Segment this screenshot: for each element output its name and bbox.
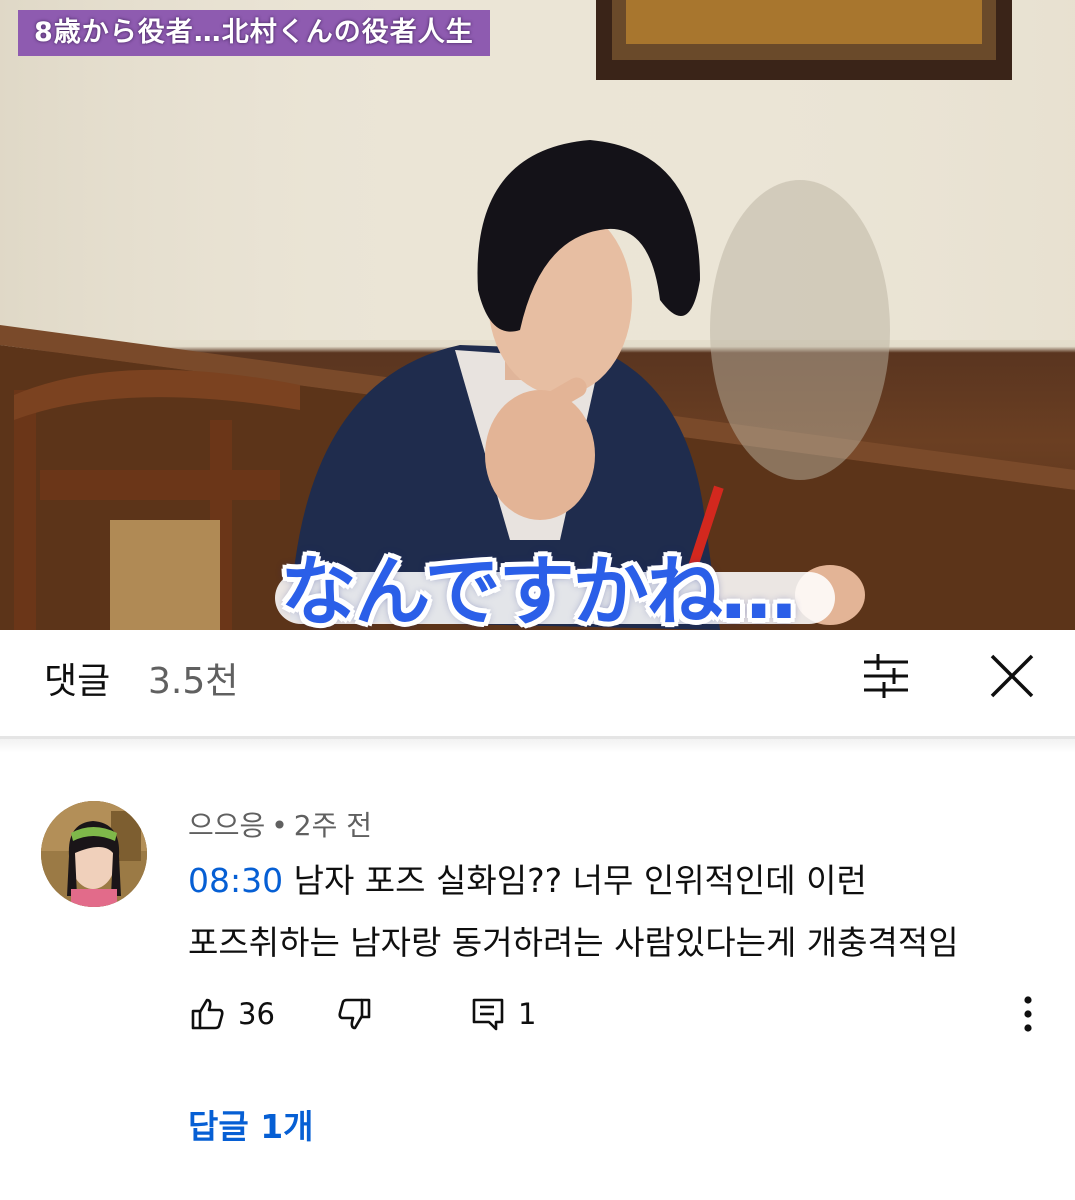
- timestamp-link[interactable]: 08:30: [188, 861, 283, 900]
- more-vert-icon: [1024, 996, 1032, 1032]
- thumbs-up-icon: [191, 998, 224, 1030]
- comment-icon: [472, 998, 504, 1031]
- reply-count: 1: [518, 997, 537, 1031]
- like-button[interactable]: 36: [190, 992, 275, 1036]
- dislike-button[interactable]: [336, 992, 372, 1036]
- comments-title: 댓글: [44, 661, 111, 702]
- sliders-icon: [864, 654, 908, 698]
- thumbs-down-icon: [338, 998, 371, 1030]
- like-count: 36: [238, 997, 275, 1031]
- video-player[interactable]: 8歳から役者…北村くんの役者人生 なんですかね…: [0, 0, 1075, 630]
- comment-text-line1: 남자 포즈 실화임?? 너무 인위적인데 이런: [283, 861, 867, 900]
- comment-author[interactable]: 으으응: [188, 809, 265, 842]
- replies-link[interactable]: 답글 1개: [188, 1100, 314, 1148]
- comment-meta: 으으응 • 2주 전: [188, 804, 372, 844]
- close-button[interactable]: [976, 640, 1048, 712]
- comment-actions: 36 1: [188, 984, 1048, 1040]
- comment-text-line2: 포즈취하는 남자랑 동거하려는 사람있다는게 개충격적임: [188, 923, 959, 962]
- more-options-button[interactable]: [1008, 988, 1048, 1040]
- header-divider-shadow: [0, 739, 1075, 753]
- avatar-image: [41, 801, 147, 907]
- video-subtitle: なんですかね…: [280, 547, 796, 630]
- avatar[interactable]: [41, 801, 147, 907]
- meta-separator: •: [271, 809, 288, 842]
- video-title-tag: 8歳から役者…北村くんの役者人生: [18, 10, 490, 56]
- comment-thread: 으으응 • 2주 전 08:30 남자 포즈 실화임?? 너무 인위적인데 이런 포…: [0, 770, 1075, 1200]
- comment-time: 2주 전: [293, 809, 373, 842]
- comment-text: 08:30 남자 포즈 실화임?? 너무 인위적인데 이런 포즈취하는 남자랑 …: [188, 850, 1048, 974]
- close-icon: [990, 654, 1034, 698]
- sort-button[interactable]: [850, 640, 922, 712]
- comments-header: 댓글 3.5천: [0, 630, 1075, 738]
- comments-count: 3.5천: [148, 661, 239, 702]
- reply-button[interactable]: 1: [470, 992, 536, 1036]
